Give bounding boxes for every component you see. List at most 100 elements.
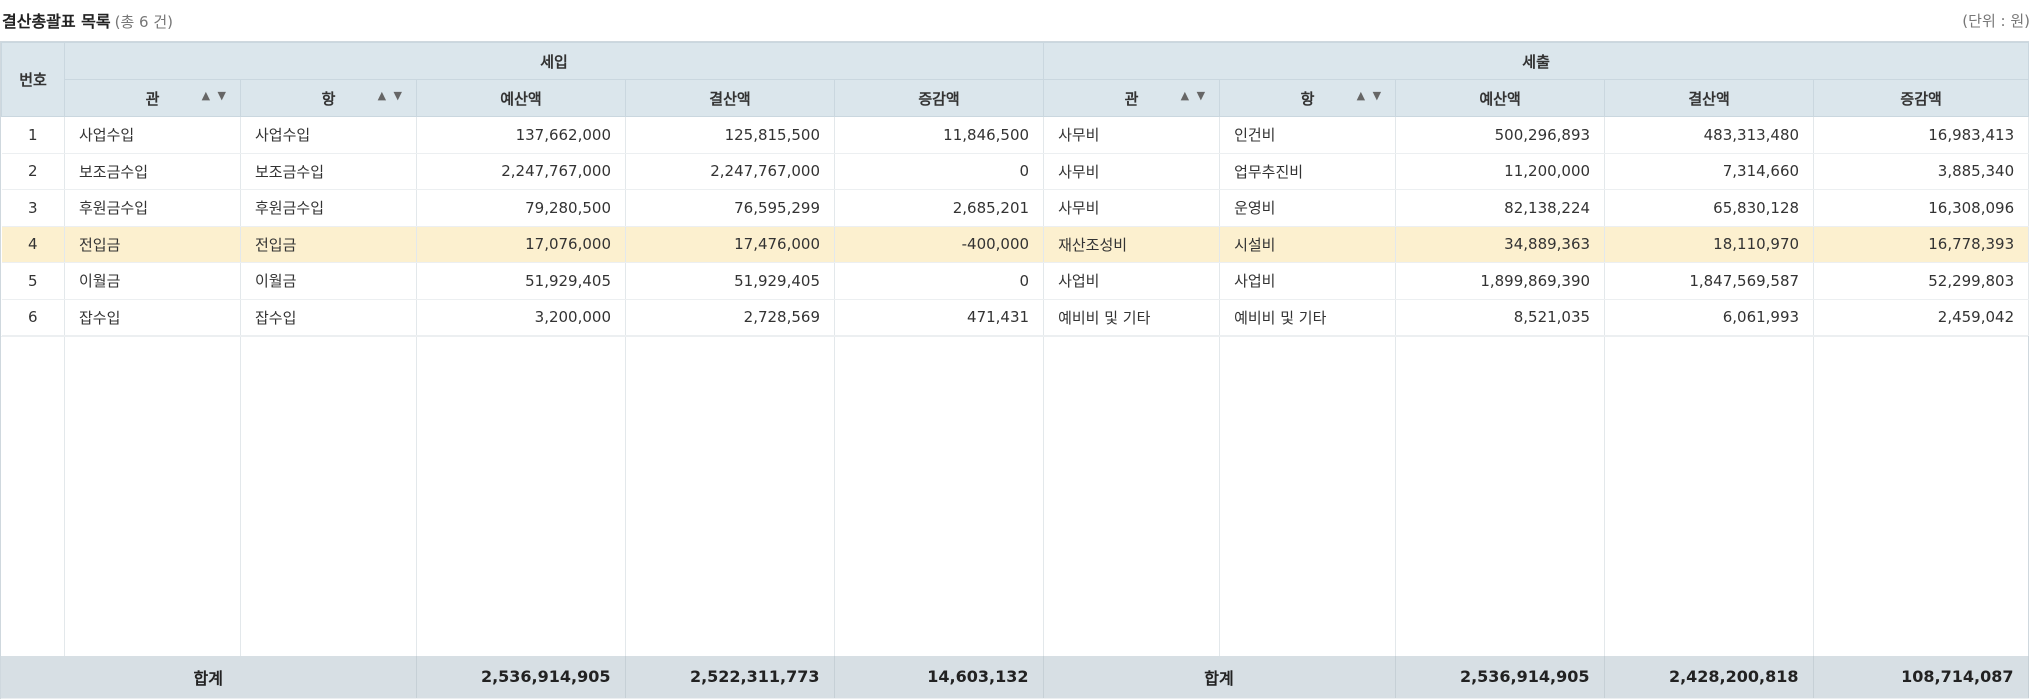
cell-no: 4 (1, 226, 65, 263)
total-income-settled: 2,522,311,773 (625, 656, 835, 699)
column-divider (1395, 337, 1396, 658)
cell-income-diff: 0 (834, 262, 1045, 300)
cell-expense-diff: 3,885,340 (1813, 153, 2030, 190)
cell-expense-hang: 업무추진비 (1219, 153, 1397, 190)
cell-income-gwan: 사업수입 (64, 116, 241, 154)
total-expense-settled: 2,428,200,818 (1604, 656, 1814, 699)
cell-income-hang: 전입금 (240, 226, 417, 263)
cell-expense-hang: 인건비 (1219, 116, 1397, 154)
sort-filter-icon[interactable]: ▲ ▼ (202, 89, 228, 102)
col-expense-gwan[interactable]: 관 ▲ ▼ (1043, 79, 1221, 117)
cell-expense-settled: 6,061,993 (1604, 299, 1815, 336)
column-divider (1043, 337, 1044, 658)
table-row[interactable]: 5 이월금 이월금 51,929,405 51,929,405 0 사업비 사업… (1, 262, 2030, 300)
table-row[interactable]: 2 보조금수입 보조금수입 2,247,767,000 2,247,767,00… (1, 153, 2030, 190)
cell-no: 1 (1, 116, 65, 154)
col-expense-gwan-label: 관 (1124, 89, 1139, 108)
column-divider (1219, 337, 1220, 658)
settlement-grid: 번호 세입 세출 관 ▲ ▼ 항 ▲ ▼ 예산액 결산액 증감액 관 ▲ ▼ 항 ▲ ▼… (0, 41, 2030, 699)
col-expense-settled[interactable]: 결산액 (1604, 79, 1815, 117)
cell-income-diff: -400,000 (834, 226, 1045, 263)
cell-expense-budget: 34,889,363 (1395, 226, 1606, 263)
cell-expense-settled: 7,314,660 (1604, 153, 1815, 190)
title-text: 결산총괄표 목록 (2, 12, 111, 31)
cell-expense-budget: 82,138,224 (1395, 189, 1606, 227)
column-divider (1813, 337, 1814, 658)
cell-expense-budget: 11,200,000 (1395, 153, 1606, 190)
col-expense-budget[interactable]: 예산액 (1395, 79, 1606, 117)
totals-label-income: 합계 (1, 656, 417, 699)
cell-income-gwan: 보조금수입 (64, 153, 241, 190)
cell-expense-diff: 52,299,803 (1813, 262, 2030, 300)
grid-header: 번호 세입 세출 관 ▲ ▼ 항 ▲ ▼ 예산액 결산액 증감액 관 ▲ ▼ 항 ▲ ▼… (1, 42, 2030, 117)
cell-expense-diff: 16,778,393 (1813, 226, 2030, 263)
cell-income-settled: 2,728,569 (625, 299, 835, 336)
column-divider (416, 337, 417, 658)
total-income-diff: 14,603,132 (834, 656, 1044, 699)
totals-table: 합계 2,536,914,905 2,522,311,773 14,603,13… (1, 656, 2029, 699)
col-group-income: 세입 (63, 42, 1045, 80)
page-title: 결산총괄표 목록 (총 6 건) (2, 8, 173, 32)
col-income-diff[interactable]: 증감액 (833, 79, 1045, 117)
cell-no: 2 (1, 153, 65, 190)
cell-income-budget: 17,076,000 (416, 226, 626, 263)
cell-expense-diff: 16,308,096 (1813, 189, 2030, 227)
cell-expense-diff: 2,459,042 (1813, 299, 2030, 336)
cell-expense-settled: 1,847,569,587 (1604, 262, 1815, 300)
cell-income-diff: 11,846,500 (834, 116, 1045, 154)
col-group-expense: 세출 (1043, 42, 2030, 80)
grid-empty-area (1, 336, 2028, 658)
total-expense-diff: 108,714,087 (1813, 656, 2029, 699)
cell-income-settled: 51,929,405 (625, 262, 835, 300)
col-income-budget[interactable]: 예산액 (416, 79, 626, 117)
title-bar: 결산총괄표 목록 (총 6 건) (단위 : 원) (0, 0, 2032, 40)
col-income-gwan[interactable]: 관 ▲ ▼ (64, 79, 241, 117)
cell-income-settled: 125,815,500 (625, 116, 835, 154)
cell-income-hang: 후원금수입 (240, 189, 417, 227)
sort-filter-icon[interactable]: ▲ ▼ (1357, 89, 1383, 102)
totals-row: 합계 2,536,914,905 2,522,311,773 14,603,13… (1, 656, 2029, 699)
total-income-budget: 2,536,914,905 (416, 656, 626, 699)
column-divider (64, 337, 65, 658)
table-row-selected[interactable]: 4 전입금 전입금 17,076,000 17,476,000 -400,000… (1, 226, 2030, 263)
col-income-settled[interactable]: 결산액 (625, 79, 835, 117)
cell-income-diff: 471,431 (834, 299, 1045, 336)
cell-expense-gwan: 사업비 (1043, 262, 1221, 300)
cell-income-gwan: 잡수입 (64, 299, 241, 336)
sort-filter-icon[interactable]: ▲ ▼ (1181, 89, 1207, 102)
total-expense-budget: 2,536,914,905 (1395, 656, 1605, 699)
col-no: 번호 (1, 42, 65, 117)
cell-expense-gwan: 재산조성비 (1043, 226, 1221, 263)
column-divider (834, 337, 835, 658)
col-income-gwan-label: 관 (145, 89, 160, 108)
table-row[interactable]: 6 잡수입 잡수입 3,200,000 2,728,569 471,431 예비… (1, 299, 2030, 336)
cell-expense-budget: 8,521,035 (1395, 299, 1606, 336)
cell-income-hang: 이월금 (240, 262, 417, 300)
cell-no: 3 (1, 189, 65, 227)
table-row[interactable]: 3 후원금수입 후원금수입 79,280,500 76,595,299 2,68… (1, 189, 2030, 227)
column-divider (1604, 337, 1605, 658)
cell-income-budget: 3,200,000 (416, 299, 626, 336)
col-expense-diff[interactable]: 증감액 (1813, 79, 2030, 117)
cell-no: 5 (1, 262, 65, 300)
column-divider (625, 337, 626, 658)
cell-expense-budget: 1,899,869,390 (1395, 262, 1606, 300)
cell-income-settled: 2,247,767,000 (625, 153, 835, 190)
grid-table: 번호 세입 세출 관 ▲ ▼ 항 ▲ ▼ 예산액 결산액 증감액 관 ▲ ▼ 항 ▲ ▼… (1, 42, 2030, 336)
cell-expense-hang: 시설비 (1219, 226, 1397, 263)
cell-income-gwan: 이월금 (64, 262, 241, 300)
table-row[interactable]: 1 사업수입 사업수입 137,662,000 125,815,500 11,8… (1, 116, 2030, 154)
cell-income-settled: 17,476,000 (625, 226, 835, 263)
cell-expense-settled: 65,830,128 (1604, 189, 1815, 227)
cell-expense-budget: 500,296,893 (1395, 116, 1606, 154)
sort-filter-icon[interactable]: ▲ ▼ (378, 89, 404, 102)
cell-expense-settled: 18,110,970 (1604, 226, 1815, 263)
cell-expense-settled: 483,313,480 (1604, 116, 1815, 154)
cell-expense-gwan: 사무비 (1043, 189, 1221, 227)
col-expense-hang[interactable]: 항 ▲ ▼ (1219, 79, 1397, 117)
record-count: (총 6 건) (114, 13, 174, 31)
cell-income-hang: 잡수입 (240, 299, 417, 336)
col-income-hang[interactable]: 항 ▲ ▼ (240, 79, 417, 117)
totals-label-expense: 합계 (1043, 656, 1396, 699)
cell-no: 6 (1, 299, 65, 336)
